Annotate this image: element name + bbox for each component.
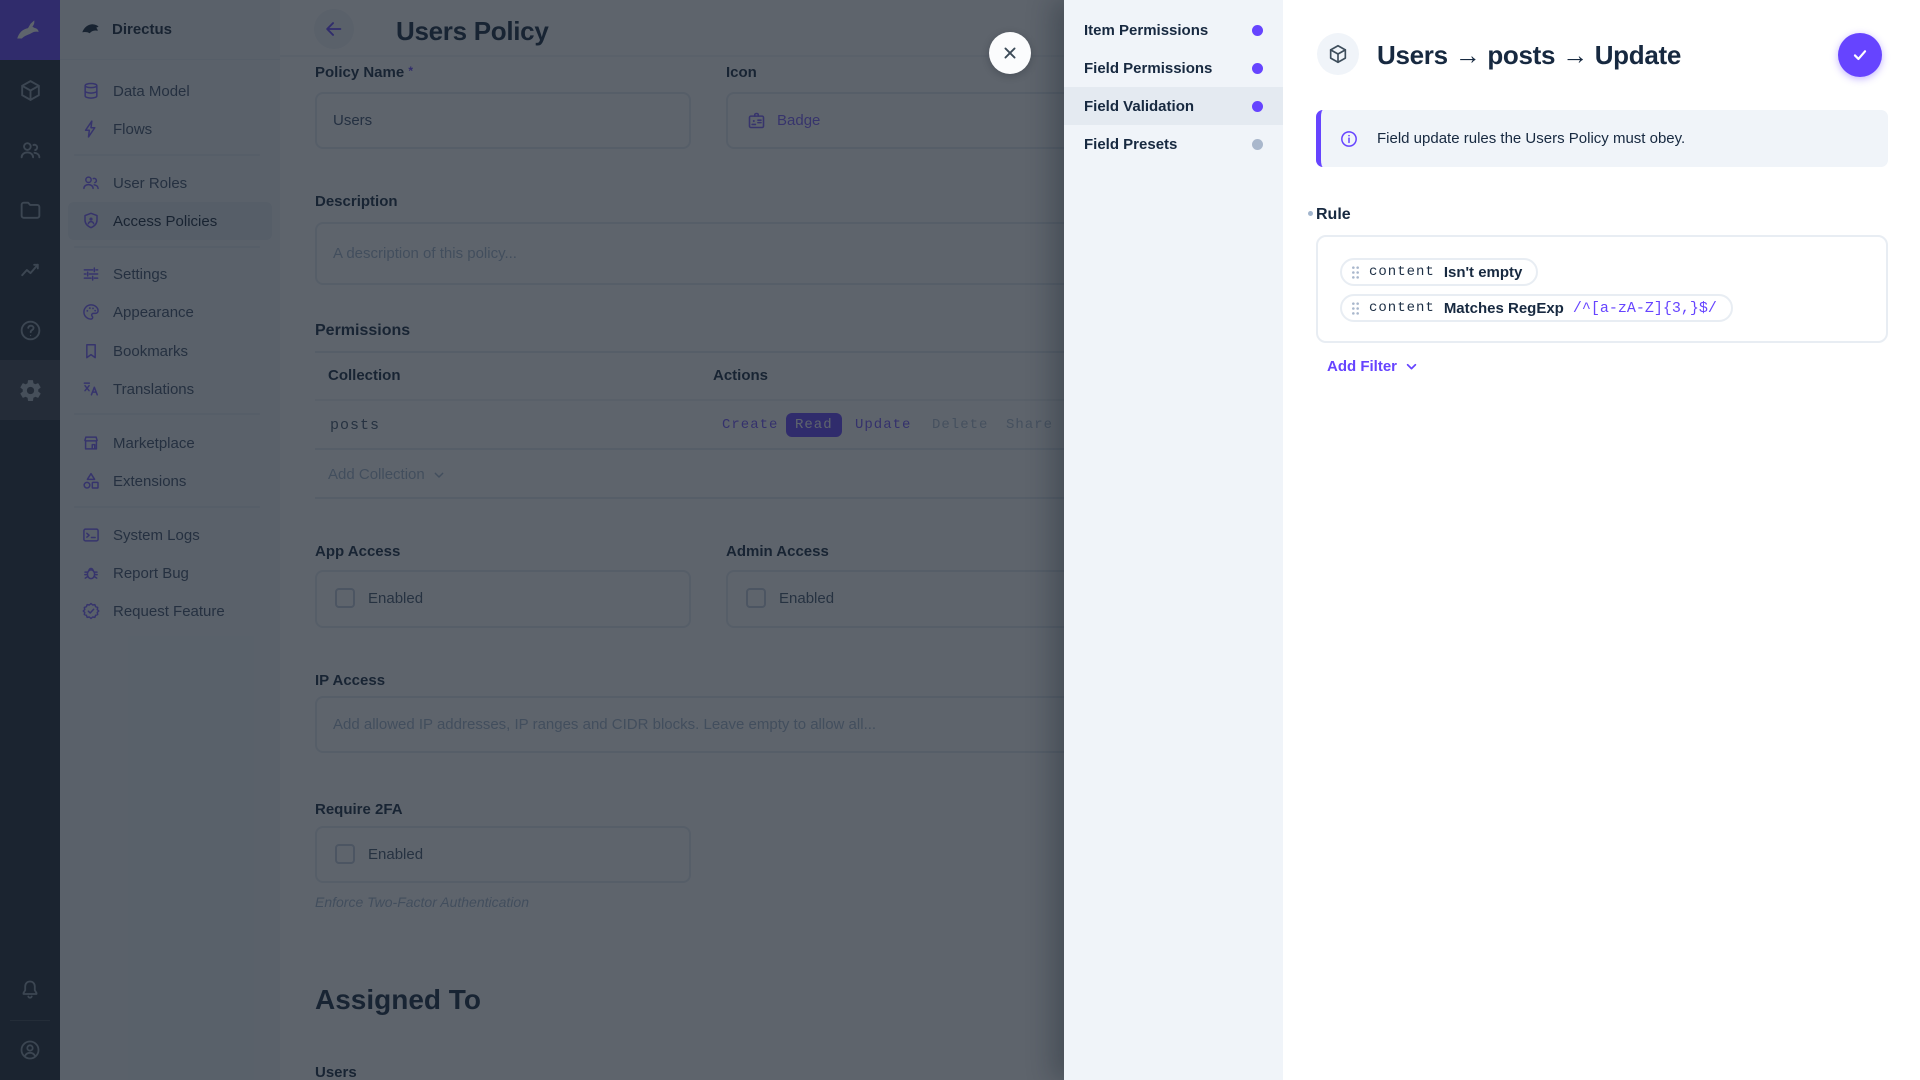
- filter-field[interactable]: content: [1369, 300, 1435, 316]
- field-validation-drawer: Users → posts → Update Field update rule…: [1283, 0, 1920, 1080]
- cube-icon: [1327, 43, 1349, 65]
- rule-label: Rule: [1316, 206, 1351, 224]
- filter-field[interactable]: content: [1369, 264, 1435, 280]
- status-dot: [1252, 139, 1263, 150]
- filter-value[interactable]: /^[a-zA-Z]{3,}$/: [1573, 300, 1717, 317]
- status-dot: [1252, 101, 1263, 112]
- filter-operator[interactable]: Matches RegExp: [1444, 300, 1564, 317]
- drawer-nav-field-permissions[interactable]: Field Permissions: [1064, 49, 1283, 87]
- drawer-title: Users → posts → Update: [1377, 40, 1681, 71]
- drawer-section-nav: Item Permissions Field Permissions Field…: [1064, 0, 1283, 1080]
- drag-handle-icon[interactable]: [1351, 302, 1360, 315]
- drawer-nav-item-permissions[interactable]: Item Permissions: [1064, 11, 1283, 49]
- drawer-nav-field-validation[interactable]: Field Validation: [1064, 87, 1283, 125]
- drag-handle-icon[interactable]: [1351, 266, 1360, 279]
- chevron-down-icon: [1403, 358, 1420, 375]
- status-dot: [1252, 63, 1263, 74]
- info-banner-text: Field update rules the Users Policy must…: [1377, 130, 1685, 147]
- drawer-nav-field-presets[interactable]: Field Presets: [1064, 125, 1283, 163]
- rule-required-dot: [1308, 211, 1313, 216]
- filter-operator[interactable]: Isn't empty: [1444, 264, 1523, 281]
- check-icon: [1849, 44, 1871, 66]
- rule-filter-group: [1316, 235, 1888, 343]
- add-filter-button[interactable]: Add Filter: [1327, 358, 1420, 375]
- drawer-header-icon-circle: [1317, 33, 1359, 75]
- info-icon: [1339, 129, 1359, 149]
- close-icon: [999, 42, 1021, 64]
- info-banner: Field update rules the Users Policy must…: [1316, 110, 1888, 167]
- save-button[interactable]: [1838, 33, 1882, 77]
- filter-row[interactable]: content Matches RegExp /^[a-zA-Z]{3,}$/: [1340, 294, 1733, 322]
- drawer-close-button[interactable]: [989, 32, 1031, 74]
- modal-overlay[interactable]: [0, 0, 1064, 1080]
- filter-row[interactable]: content Isn't empty: [1340, 258, 1538, 286]
- status-dot: [1252, 25, 1263, 36]
